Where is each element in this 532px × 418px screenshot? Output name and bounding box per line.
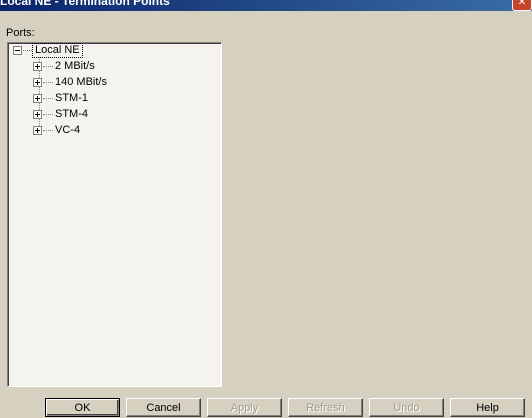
tree-node-label: VC-4: [55, 124, 81, 136]
tree-node-label: STM-1: [55, 92, 88, 104]
cancel-button[interactable]: Cancel: [126, 398, 201, 417]
tree-connector: [43, 82, 53, 83]
tree-node-stm4[interactable]: STM-4: [8, 107, 218, 122]
tree-connector: [43, 66, 53, 67]
tree-connector: [43, 98, 53, 99]
expand-icon[interactable]: [33, 62, 42, 71]
refresh-button[interactable]: Refresh: [288, 398, 363, 417]
dialog-button-bar: OK Cancel Apply Refresh Undo Help: [0, 398, 532, 417]
tree-node-local-ne[interactable]: Local NE: [8, 43, 218, 58]
help-button[interactable]: Help: [450, 398, 525, 417]
ports-label: Ports:: [6, 27, 35, 39]
tree-connector: [43, 114, 53, 115]
expand-icon[interactable]: [33, 78, 42, 87]
expand-icon[interactable]: [33, 126, 42, 135]
expand-icon[interactable]: [33, 94, 42, 103]
expand-icon[interactable]: [33, 110, 42, 119]
tree-node-vc4[interactable]: VC-4: [8, 123, 218, 138]
collapse-icon[interactable]: [13, 46, 22, 55]
undo-button[interactable]: Undo: [369, 398, 444, 417]
close-icon[interactable]: ✕: [512, 0, 532, 11]
tree-node-label: 2 MBit/s: [55, 60, 95, 72]
ok-button[interactable]: OK: [45, 398, 120, 417]
tree-node-label: 140 MBit/s: [55, 76, 107, 88]
ports-tree[interactable]: Local NE 2 MBit/s 140 MBit/s STM-1 STM-4…: [7, 42, 222, 387]
tree-node-label: Local NE: [32, 43, 83, 58]
tree-connector: [43, 130, 53, 131]
tree-node-label: STM-4: [55, 108, 88, 120]
window-title: Local NE - Termination Points: [0, 0, 170, 8]
tree-node-stm1[interactable]: STM-1: [8, 91, 218, 106]
title-bar: Local NE - Termination Points ✕: [0, 0, 532, 11]
tree-node-2mbit[interactable]: 2 MBit/s: [8, 59, 218, 74]
apply-button[interactable]: Apply: [207, 398, 282, 417]
tree-node-140mbit[interactable]: 140 MBit/s: [8, 75, 218, 90]
